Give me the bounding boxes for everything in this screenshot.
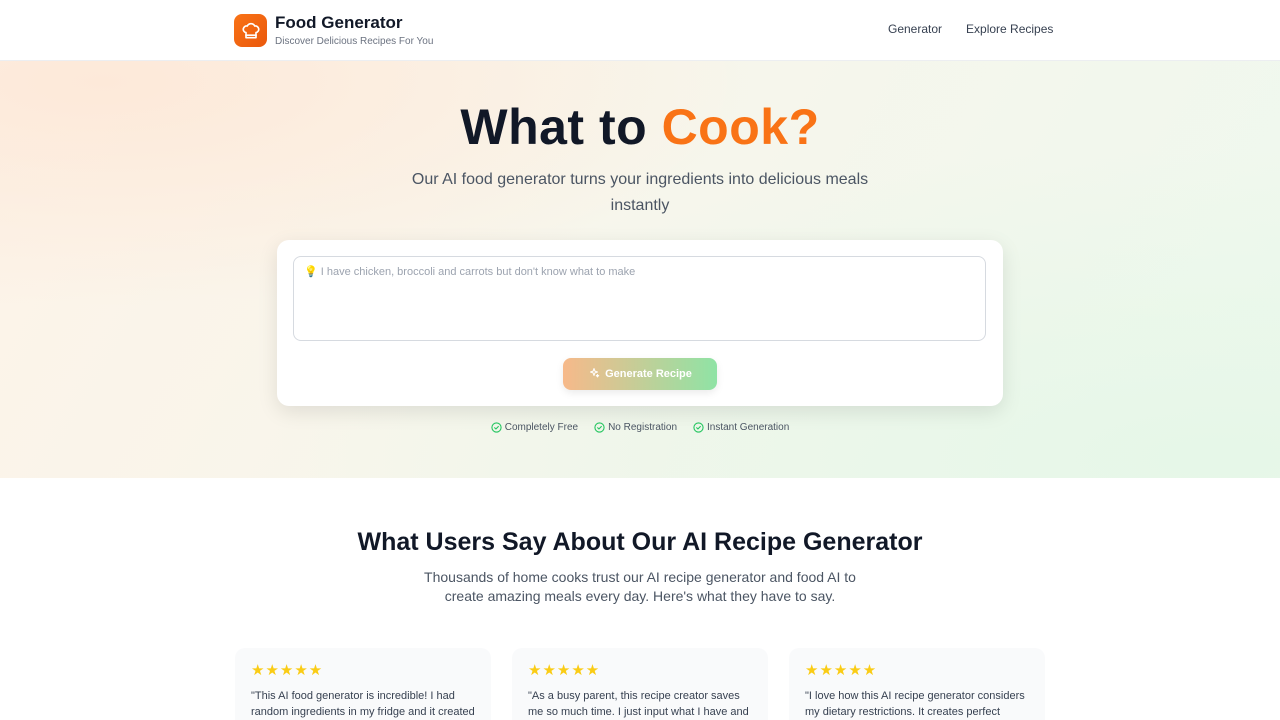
- star-rating: ★★★★★: [251, 662, 324, 679]
- feature-label: Completely Free: [504, 422, 579, 433]
- sparkle-icon: [588, 367, 600, 382]
- brand[interactable]: Food Generator Discover Delicious Recipe…: [234, 13, 433, 48]
- feature-item: Instant Generation: [693, 422, 789, 433]
- hero-title: What to Cook?: [0, 98, 1280, 156]
- ingredients-input[interactable]: [304, 265, 975, 332]
- testimonial-card: ★★★★★ "I love how this AI recipe generat…: [789, 648, 1045, 720]
- testimonials-title: What Users Say About Our AI Recipe Gener…: [357, 528, 923, 556]
- testimonial-quote: "This AI food generator is incredible! I…: [251, 690, 475, 718]
- feature-list: Completely Free No Registration Instant …: [0, 422, 1280, 433]
- chef-hat-icon: [234, 14, 267, 47]
- check-circle-icon: [693, 422, 704, 433]
- testimonial-card: ★★★★★ "This AI food generator is incredi…: [235, 648, 491, 720]
- testimonial-quote: "As a busy parent, this recipe creator s…: [528, 690, 749, 718]
- check-circle-icon: [491, 422, 502, 433]
- check-circle-icon: [594, 422, 605, 433]
- feature-item: No Registration: [594, 422, 677, 433]
- generate-recipe-label: Generate Recipe: [605, 368, 692, 380]
- hero-title-accent: Cook?: [661, 99, 820, 155]
- ingredients-input-box[interactable]: [293, 256, 986, 341]
- brand-title: Food Generator: [275, 13, 403, 32]
- star-rating: ★★★★★: [805, 662, 878, 679]
- star-rating: ★★★★★: [528, 662, 601, 679]
- brand-subtitle: Discover Delicious Recipes For You: [275, 36, 434, 47]
- hero-subtitle: Our AI food generator turns your ingredi…: [411, 171, 869, 214]
- main-nav: Generator Explore Recipes: [888, 22, 1053, 36]
- feature-label: Instant Generation: [707, 422, 790, 433]
- testimonial-quote: "I love how this AI recipe generator con…: [805, 690, 1025, 718]
- feature-item: Completely Free: [491, 422, 578, 433]
- testimonials-subtitle: Thousands of home cooks trust our AI rec…: [424, 569, 856, 604]
- hero-section: What to Cook? Our AI food generator turn…: [0, 61, 1280, 478]
- nav-explore-recipes[interactable]: Explore Recipes: [966, 22, 1053, 36]
- site-header: Food Generator Discover Delicious Recipe…: [0, 0, 1280, 61]
- generator-card: Generate Recipe: [277, 240, 1003, 406]
- generate-recipe-button[interactable]: Generate Recipe: [563, 358, 717, 390]
- testimonial-card: ★★★★★ "As a busy parent, this recipe cre…: [512, 648, 768, 720]
- nav-generator[interactable]: Generator: [888, 22, 942, 36]
- hero-title-main: What to: [460, 99, 662, 155]
- feature-label: No Registration: [608, 422, 677, 433]
